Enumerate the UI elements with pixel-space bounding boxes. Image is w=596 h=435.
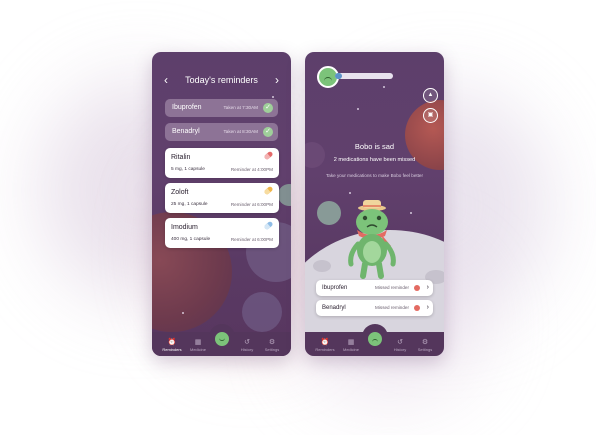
star bbox=[357, 108, 359, 110]
med-name: Zoloft bbox=[171, 189, 189, 196]
missed-count: 2 medications have been missed bbox=[333, 157, 416, 163]
gear-icon: ⚙ bbox=[268, 339, 276, 346]
frog-character bbox=[348, 200, 396, 279]
tab-history[interactable]: ↺ History bbox=[387, 339, 413, 353]
star bbox=[383, 86, 385, 88]
reminder-time: Reminder at 4:00PM bbox=[230, 167, 273, 172]
history-icon: ↺ bbox=[397, 339, 403, 346]
med-dose: 25 mg, 1 capsule bbox=[171, 202, 208, 207]
pet-home-button[interactable] bbox=[366, 330, 384, 348]
hanger-icon[interactable]: ▲ bbox=[423, 88, 438, 103]
tab-label: Reminders bbox=[162, 347, 182, 352]
missed-status: Missed reminder bbox=[375, 285, 409, 290]
tab-label: Medicine bbox=[342, 347, 359, 352]
mood-progress-bar bbox=[335, 73, 393, 79]
reminders-header: ‹ Today's reminders › bbox=[152, 72, 291, 88]
med-name: Ibuprofen bbox=[172, 104, 202, 111]
planet-decoration bbox=[278, 184, 291, 206]
tab-medicine[interactable]: ▦ Medicine bbox=[338, 339, 364, 353]
reminder-card[interactable]: Ritalin 5 mg, 1 capsule Reminder at 4:00… bbox=[165, 148, 279, 178]
star bbox=[349, 192, 351, 194]
missed-status: Missed reminder bbox=[375, 305, 409, 310]
reminder-card[interactable]: Zoloft 25 mg, 1 capsule Reminder at 6:00… bbox=[165, 183, 279, 213]
calendar-icon: ▦ bbox=[194, 339, 202, 346]
mood-progress-fill bbox=[335, 73, 342, 79]
missed-reminder-item[interactable]: Benadryl Missed reminder › bbox=[316, 300, 433, 316]
chevron-right-icon: › bbox=[426, 284, 429, 291]
pet-status-title: Bobo is sad bbox=[354, 142, 395, 151]
tab-label: Reminders bbox=[315, 347, 335, 352]
reminder-card[interactable]: Imodium 400 mg, 1 capsule Reminder at 6:… bbox=[165, 218, 279, 248]
med-name: Ibuprofen bbox=[322, 285, 348, 291]
pet-tip: Take your medications to make Bobo feel … bbox=[325, 173, 424, 178]
missed-reminder-item[interactable]: Ibuprofen Missed reminder › bbox=[316, 280, 433, 296]
camera-icon[interactable]: ▣ bbox=[423, 108, 438, 123]
calendar-icon: ▦ bbox=[347, 339, 355, 346]
alarm-clock-icon: ⏰ bbox=[320, 339, 330, 346]
alarm-clock-icon: ⏰ bbox=[167, 339, 177, 346]
planet-decoration bbox=[317, 201, 341, 225]
missed-dot-icon bbox=[414, 285, 420, 291]
history-icon: ↺ bbox=[244, 339, 250, 346]
med-dose: 400 mg, 1 capsule bbox=[171, 237, 211, 242]
tab-settings[interactable]: ⚙ Settings bbox=[412, 339, 438, 353]
pill-icon bbox=[263, 185, 274, 196]
tab-history[interactable]: ↺ History bbox=[234, 339, 260, 353]
gear-icon: ⚙ bbox=[421, 339, 429, 346]
taken-item[interactable]: Ibuprofen Taken at 7:30AM ✓ bbox=[165, 99, 278, 117]
missed-dot-icon bbox=[414, 305, 420, 311]
med-name: Benadryl bbox=[172, 128, 200, 135]
check-icon: ✓ bbox=[263, 103, 273, 113]
star bbox=[182, 312, 184, 314]
taken-time: Taken at 8:30AM bbox=[223, 129, 258, 134]
tab-label: Settings bbox=[417, 347, 433, 352]
star bbox=[410, 212, 412, 214]
tab-settings[interactable]: ⚙ Settings bbox=[259, 339, 285, 353]
med-dose: 5 mg, 1 capsule bbox=[171, 167, 205, 172]
tab-label: Medicine bbox=[189, 347, 206, 352]
taken-item[interactable]: Benadryl Taken at 8:30AM ✓ bbox=[165, 123, 278, 141]
pill-icon bbox=[263, 220, 274, 231]
tab-reminders[interactable]: ⏰ Reminders bbox=[312, 339, 338, 353]
planet-decoration bbox=[242, 292, 282, 332]
pet-home-button[interactable] bbox=[213, 330, 231, 348]
reminder-time: Reminder at 6:00PM bbox=[230, 237, 273, 242]
reminder-time: Reminder at 6:00PM bbox=[230, 202, 273, 207]
tab-label: History bbox=[240, 347, 254, 352]
star bbox=[272, 96, 274, 98]
pet-screen: ▲ ▣ Bobo is sad 2 medications have been … bbox=[305, 52, 444, 356]
tab-label: History bbox=[393, 347, 407, 352]
chevron-right-icon[interactable]: › bbox=[275, 72, 279, 88]
tab-medicine[interactable]: ▦ Medicine bbox=[185, 339, 211, 353]
med-name: Imodium bbox=[171, 224, 198, 231]
page-title: Today's reminders bbox=[185, 75, 258, 85]
taken-time: Taken at 7:30AM bbox=[223, 105, 258, 110]
tab-label: Settings bbox=[264, 347, 280, 352]
chevron-right-icon: › bbox=[426, 304, 429, 311]
med-name: Ritalin bbox=[171, 154, 191, 161]
med-name: Benadryl bbox=[322, 305, 346, 311]
pill-icon bbox=[263, 150, 274, 161]
check-icon: ✓ bbox=[263, 127, 273, 137]
tab-reminders[interactable]: ⏰ Reminders bbox=[159, 339, 185, 353]
reminders-screen: ‹ Today's reminders › Ibuprofen Taken at… bbox=[152, 52, 291, 356]
